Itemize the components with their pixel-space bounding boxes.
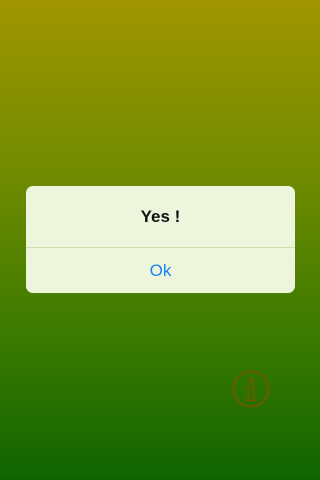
app-background: Yes ! Ok [0,0,320,480]
alert-dialog: Yes ! Ok [26,186,295,293]
alert-title: Yes ! [140,206,181,226]
ok-button[interactable]: Ok [26,248,295,293]
info-icon[interactable] [232,370,270,408]
